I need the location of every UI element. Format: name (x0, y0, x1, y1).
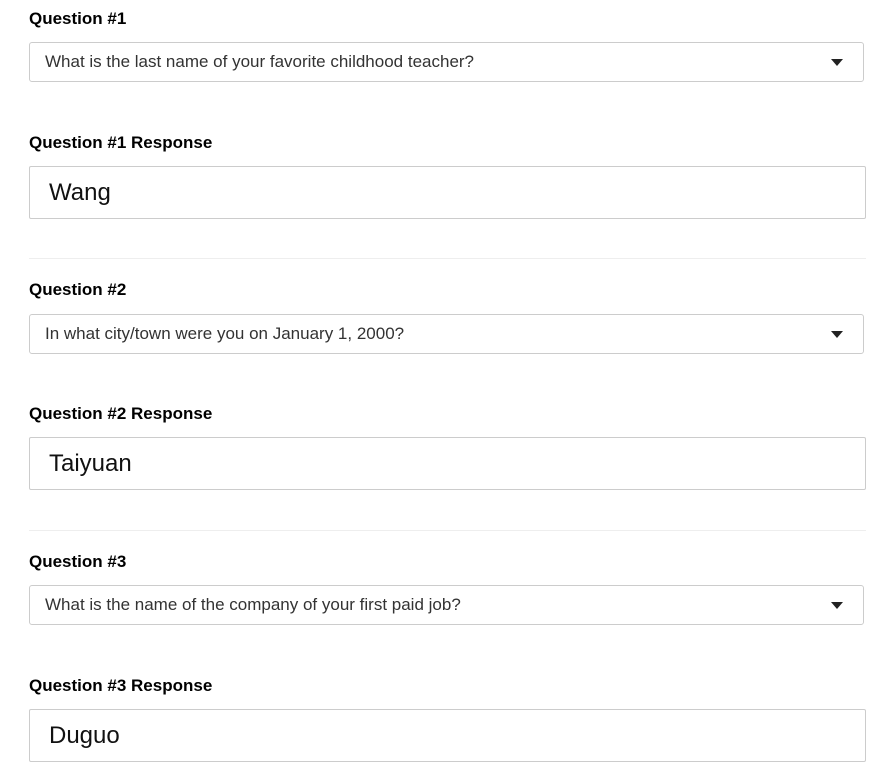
question-1-response-label: Question #1 Response (29, 133, 213, 152)
question-2-select[interactable]: In what city/town were you on January 1,… (29, 314, 864, 354)
question-1-response-input[interactable] (29, 166, 866, 219)
section-divider (29, 530, 866, 531)
question-2-label: Question #2 (29, 280, 127, 299)
question-3-selected-value: What is the name of the company of your … (45, 595, 461, 614)
question-3-response-label: Question #3 Response (29, 676, 213, 695)
question-3-label: Question #3 (29, 552, 127, 571)
section-divider (29, 258, 866, 259)
question-3-select[interactable]: What is the name of the company of your … (29, 585, 864, 625)
chevron-down-icon (831, 602, 843, 609)
question-1-label: Question #1 (29, 9, 127, 28)
question-2-response-input[interactable] (29, 437, 866, 490)
security-questions-form: Question #1 What is the last name of you… (0, 0, 880, 777)
question-1-selected-value: What is the last name of your favorite c… (45, 52, 475, 71)
question-2-selected-value: In what city/town were you on January 1,… (45, 324, 405, 343)
question-1-select[interactable]: What is the last name of your favorite c… (29, 42, 864, 82)
question-3-response-input[interactable] (29, 709, 866, 762)
chevron-down-icon (831, 331, 843, 338)
chevron-down-icon (831, 59, 843, 66)
question-2-response-label: Question #2 Response (29, 404, 213, 423)
